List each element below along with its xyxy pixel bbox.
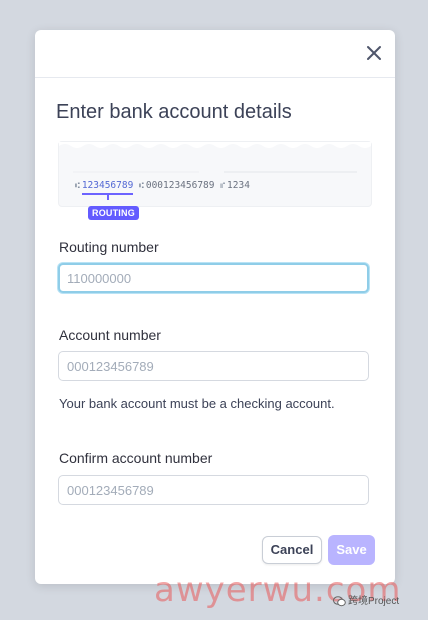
on-us-symbol-icon: ⑈: [220, 181, 226, 190]
save-button[interactable]: Save: [328, 535, 375, 565]
micr-line: ⑆ 123456789 ⑆ 000123456789 ⑈ 1234: [75, 180, 250, 200]
account-number-label: Account number: [59, 327, 161, 343]
check-account-number: 000123456789: [145, 180, 215, 191]
account-helper-text: Your bank account must be a checking acc…: [59, 396, 335, 411]
confirm-account-number-label: Confirm account number: [59, 450, 213, 466]
routing-number-highlight: 123456789: [81, 180, 134, 200]
watermark-badge: 跨境Project: [333, 592, 399, 607]
routing-number-input[interactable]: [58, 263, 369, 293]
routing-pointer: [106, 193, 109, 200]
bank-account-modal: Enter bank account details ⑆ 123456789 ⑆ 0…: [35, 30, 395, 584]
check-number: 1234: [227, 180, 250, 191]
check-routing-number: 123456789: [81, 180, 134, 191]
cancel-button[interactable]: Cancel: [262, 536, 322, 564]
routing-number-label: Routing number: [59, 239, 159, 255]
wechat-icon: [333, 596, 346, 607]
routing-tag: ROUTING: [88, 206, 139, 220]
account-number-input[interactable]: [58, 351, 369, 381]
modal-title: Enter bank account details: [56, 101, 292, 123]
routing-symbol-icon: ⑆: [75, 181, 80, 190]
routing-symbol-icon: ⑆: [139, 181, 144, 190]
watermark-badge-text: 跨境Project: [348, 596, 400, 607]
modal-header: [35, 30, 395, 78]
confirm-account-number-input[interactable]: [58, 475, 369, 505]
close-button[interactable]: [363, 42, 385, 64]
close-icon: [367, 46, 381, 60]
check-preview: ⑆ 123456789 ⑆ 000123456789 ⑈ 1234: [58, 141, 372, 207]
